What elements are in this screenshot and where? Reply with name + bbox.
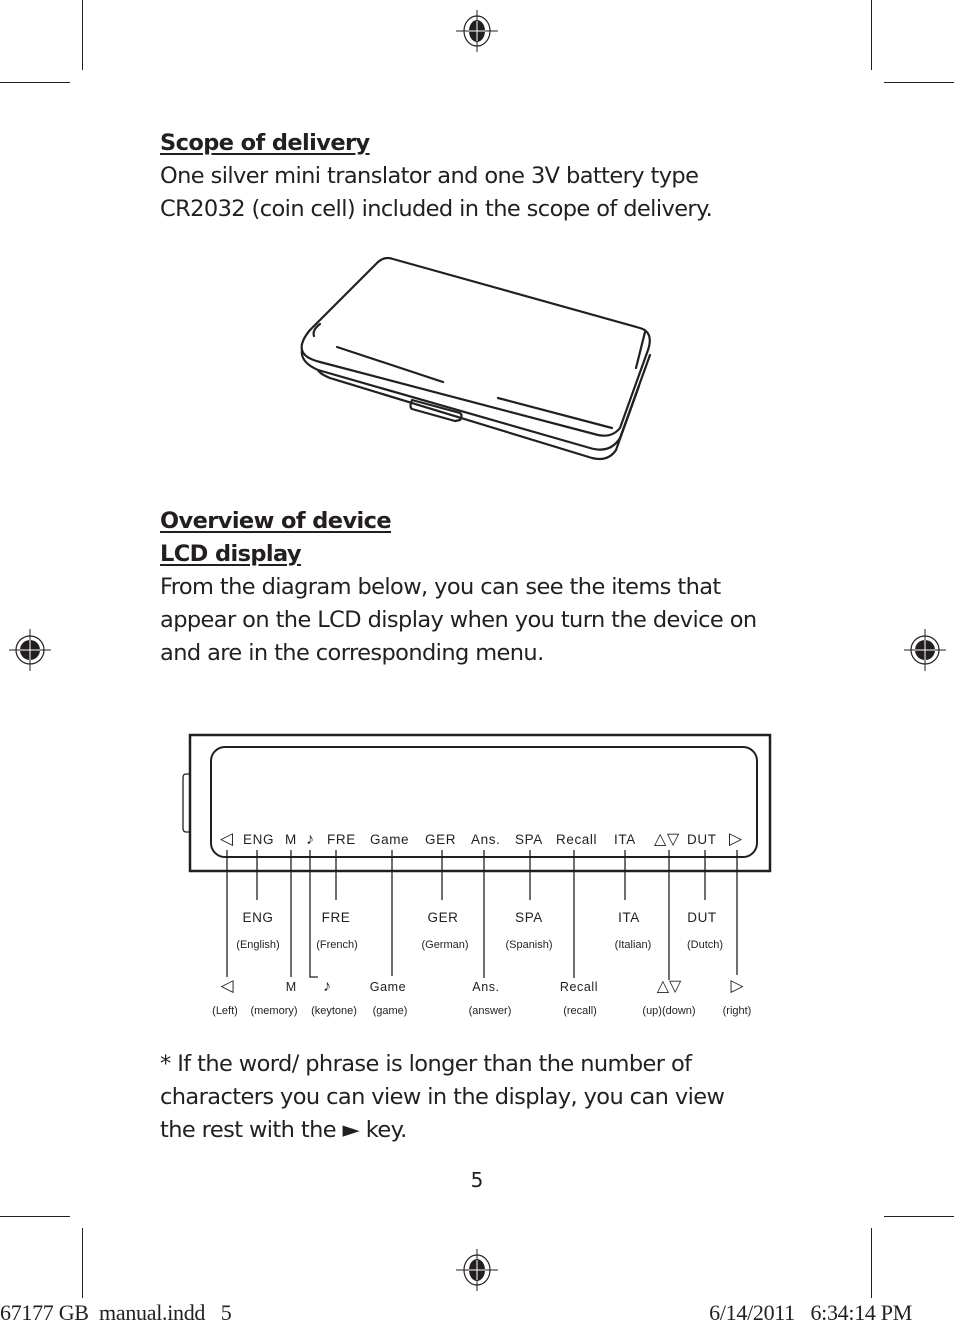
label-ita-code: ITA [618, 910, 640, 925]
lcd-indicator-recall: Recall [556, 832, 597, 847]
lcd-display-subheading: LCD display [160, 541, 302, 567]
label-ger-meaning: (German) [421, 939, 468, 951]
label-eng-code: ENG [242, 910, 273, 925]
lcd-indicator-game: Game [370, 832, 409, 847]
label-game-meaning: (game) [373, 1005, 408, 1017]
crop-mark-bottom-left-vertical [82, 1228, 83, 1298]
scope-line: One silver mini translator and one 3V ba… [160, 163, 699, 189]
crop-mark-top-left-vertical [82, 0, 83, 70]
crop-mark-top-right-vertical [871, 0, 872, 70]
lcd-indicator-left-icon: ◁ [220, 829, 234, 848]
page-number: 5 [470, 1168, 484, 1192]
overview-section: Overview of device LCD display From the … [160, 505, 800, 670]
crop-mark-top-left-horizontal [0, 82, 70, 83]
lcd-indicator-memory: M [285, 832, 297, 847]
label-dut-meaning: (Dutch) [687, 939, 723, 951]
overview-line: appear on the LCD display when you turn … [160, 607, 757, 633]
note-line: * If the word/ phrase is longer than the… [160, 1051, 692, 1077]
crop-mark-bottom-right-vertical [871, 1228, 872, 1298]
label-recall-meaning: (recall) [563, 1005, 597, 1017]
note-line: characters you can view in the display, … [160, 1084, 725, 1110]
label-fre-code: FRE [322, 910, 351, 925]
slug-timestamp: 6/14/2011 6:34:14 PM [709, 1300, 912, 1325]
label-fre-meaning: (French) [316, 939, 358, 951]
label-memory-meaning: (memory) [250, 1005, 297, 1017]
lcd-indicator-up-down-icon: △▽ [654, 831, 680, 848]
slug-filename: 67177 GB manual.indd 5 [0, 1300, 232, 1325]
lcd-indicator-answer: Ans. [471, 832, 500, 847]
leader-line-keytone [309, 850, 318, 978]
registration-mark-top-icon [456, 10, 498, 52]
lcd-indicator-fre: FRE [327, 832, 356, 847]
crop-mark-bottom-left-horizontal [0, 1216, 70, 1217]
label-keytone-meaning: (keytone) [311, 1005, 357, 1017]
note-section: * If the word/ phrase is longer than the… [160, 1048, 800, 1147]
label-right-symbol-icon: ▷ [730, 976, 744, 995]
lcd-indicator-ita: ITA [614, 832, 636, 847]
registration-mark-left-icon [9, 629, 51, 671]
lcd-indicator-dut: DUT [687, 832, 717, 847]
registration-mark-right-icon [904, 629, 946, 671]
lcd-indicator-keytone-icon: ♪ [306, 831, 315, 848]
overview-heading: Overview of device [160, 508, 392, 534]
label-answer-symbol: Ans. [472, 980, 499, 994]
lcd-indicator-spa: SPA [515, 832, 543, 847]
label-dut-code: DUT [687, 910, 717, 925]
label-spa-meaning: (Spanish) [505, 939, 552, 951]
label-up-down-symbol-icon: △▽ [657, 978, 682, 995]
crop-mark-bottom-right-horizontal [884, 1216, 954, 1217]
label-left-symbol-icon: ◁ [220, 976, 234, 995]
label-spa-code: SPA [515, 910, 543, 925]
overview-line: From the diagram below, you can see the … [160, 574, 721, 600]
lcd-outer-frame [188, 733, 772, 873]
label-answer-meaning: (answer) [469, 1005, 512, 1017]
label-ita-meaning: (Italian) [615, 939, 652, 951]
note-line: the rest with the ► key. [160, 1117, 407, 1143]
label-memory-symbol: M [286, 980, 296, 994]
translator-device-illustration [300, 256, 652, 461]
label-right-meaning: (right) [723, 1005, 752, 1017]
overview-line: and are in the corresponding menu. [160, 640, 544, 666]
label-ger-code: GER [427, 910, 458, 925]
lcd-indicator-ger: GER [425, 832, 456, 847]
label-left-meaning: (Left) [212, 1005, 238, 1017]
label-eng-meaning: (English) [236, 939, 279, 951]
crop-mark-top-right-horizontal [884, 82, 954, 83]
label-game-symbol: Game [370, 980, 406, 994]
label-up-down-meaning: (up)(down) [642, 1005, 695, 1017]
lcd-indicator-eng: ENG [243, 832, 274, 847]
scope-line: CR2032 (coin cell) included in the scope… [160, 196, 713, 222]
scope-heading: Scope of delivery [160, 130, 370, 156]
lcd-indicator-right-icon: ▷ [729, 829, 743, 848]
lcd-display-diagram: ◁ ENG M ♪ FRE Game GER Ans. SPA Recall I… [182, 733, 772, 1017]
scope-of-delivery-section: Scope of delivery One silver mini transl… [160, 127, 800, 226]
label-recall-symbol: Recall [560, 980, 598, 994]
label-keytone-symbol-icon: ♪ [323, 978, 331, 995]
registration-mark-bottom-icon [456, 1249, 498, 1291]
